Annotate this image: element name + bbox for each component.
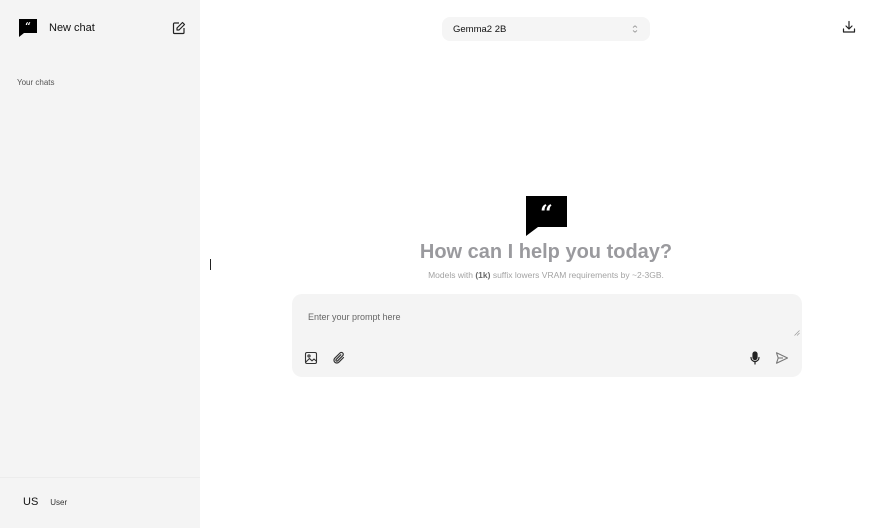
user-name: User bbox=[50, 497, 68, 507]
model-selected-label: Gemma2 2B bbox=[453, 23, 507, 35]
app-window: “ New chat Your chats US User Gemma2 2B bbox=[0, 0, 877, 528]
sidebar-divider bbox=[0, 477, 200, 478]
download-icon[interactable] bbox=[842, 20, 856, 34]
hero-title: How can I help you today? bbox=[419, 241, 673, 263]
sidebar-header[interactable]: “ New chat bbox=[18, 18, 186, 38]
text-cursor bbox=[210, 259, 211, 270]
hero-subtitle-highlight: (1k) bbox=[475, 270, 491, 280]
hero-subtitle-before: Models with bbox=[428, 270, 476, 280]
svg-text:“: “ bbox=[25, 22, 31, 33]
user-profile[interactable]: US User bbox=[23, 496, 67, 508]
image-icon[interactable] bbox=[304, 351, 318, 365]
svg-text:“: “ bbox=[540, 201, 553, 227]
quote-bubble-icon: “ bbox=[19, 19, 37, 37]
quote-bubble-icon: “ bbox=[526, 196, 567, 236]
prompt-input[interactable] bbox=[308, 312, 778, 322]
edit-icon[interactable] bbox=[172, 21, 186, 35]
new-chat-button[interactable]: New chat bbox=[49, 22, 172, 34]
microphone-icon[interactable] bbox=[748, 351, 762, 365]
hero-subtitle-after: suffix lowers VRAM requirements by ~2-3G… bbox=[490, 270, 664, 280]
resize-handle-icon[interactable] bbox=[794, 330, 800, 336]
chevron-updown-icon bbox=[632, 25, 638, 33]
avatar[interactable]: US bbox=[23, 496, 38, 508]
hero-subtitle: Models with (1k) suffix lowers VRAM requ… bbox=[292, 270, 800, 280]
prompt-container bbox=[292, 294, 802, 377]
paperclip-icon[interactable] bbox=[332, 351, 346, 365]
model-selector[interactable]: Gemma2 2B bbox=[442, 17, 650, 41]
chats-section-label: Your chats bbox=[17, 78, 55, 87]
sidebar: “ New chat Your chats US User bbox=[0, 0, 200, 528]
main-area: Gemma2 2B “ How can I help you today? Mo… bbox=[200, 0, 877, 528]
send-icon[interactable] bbox=[775, 351, 789, 365]
